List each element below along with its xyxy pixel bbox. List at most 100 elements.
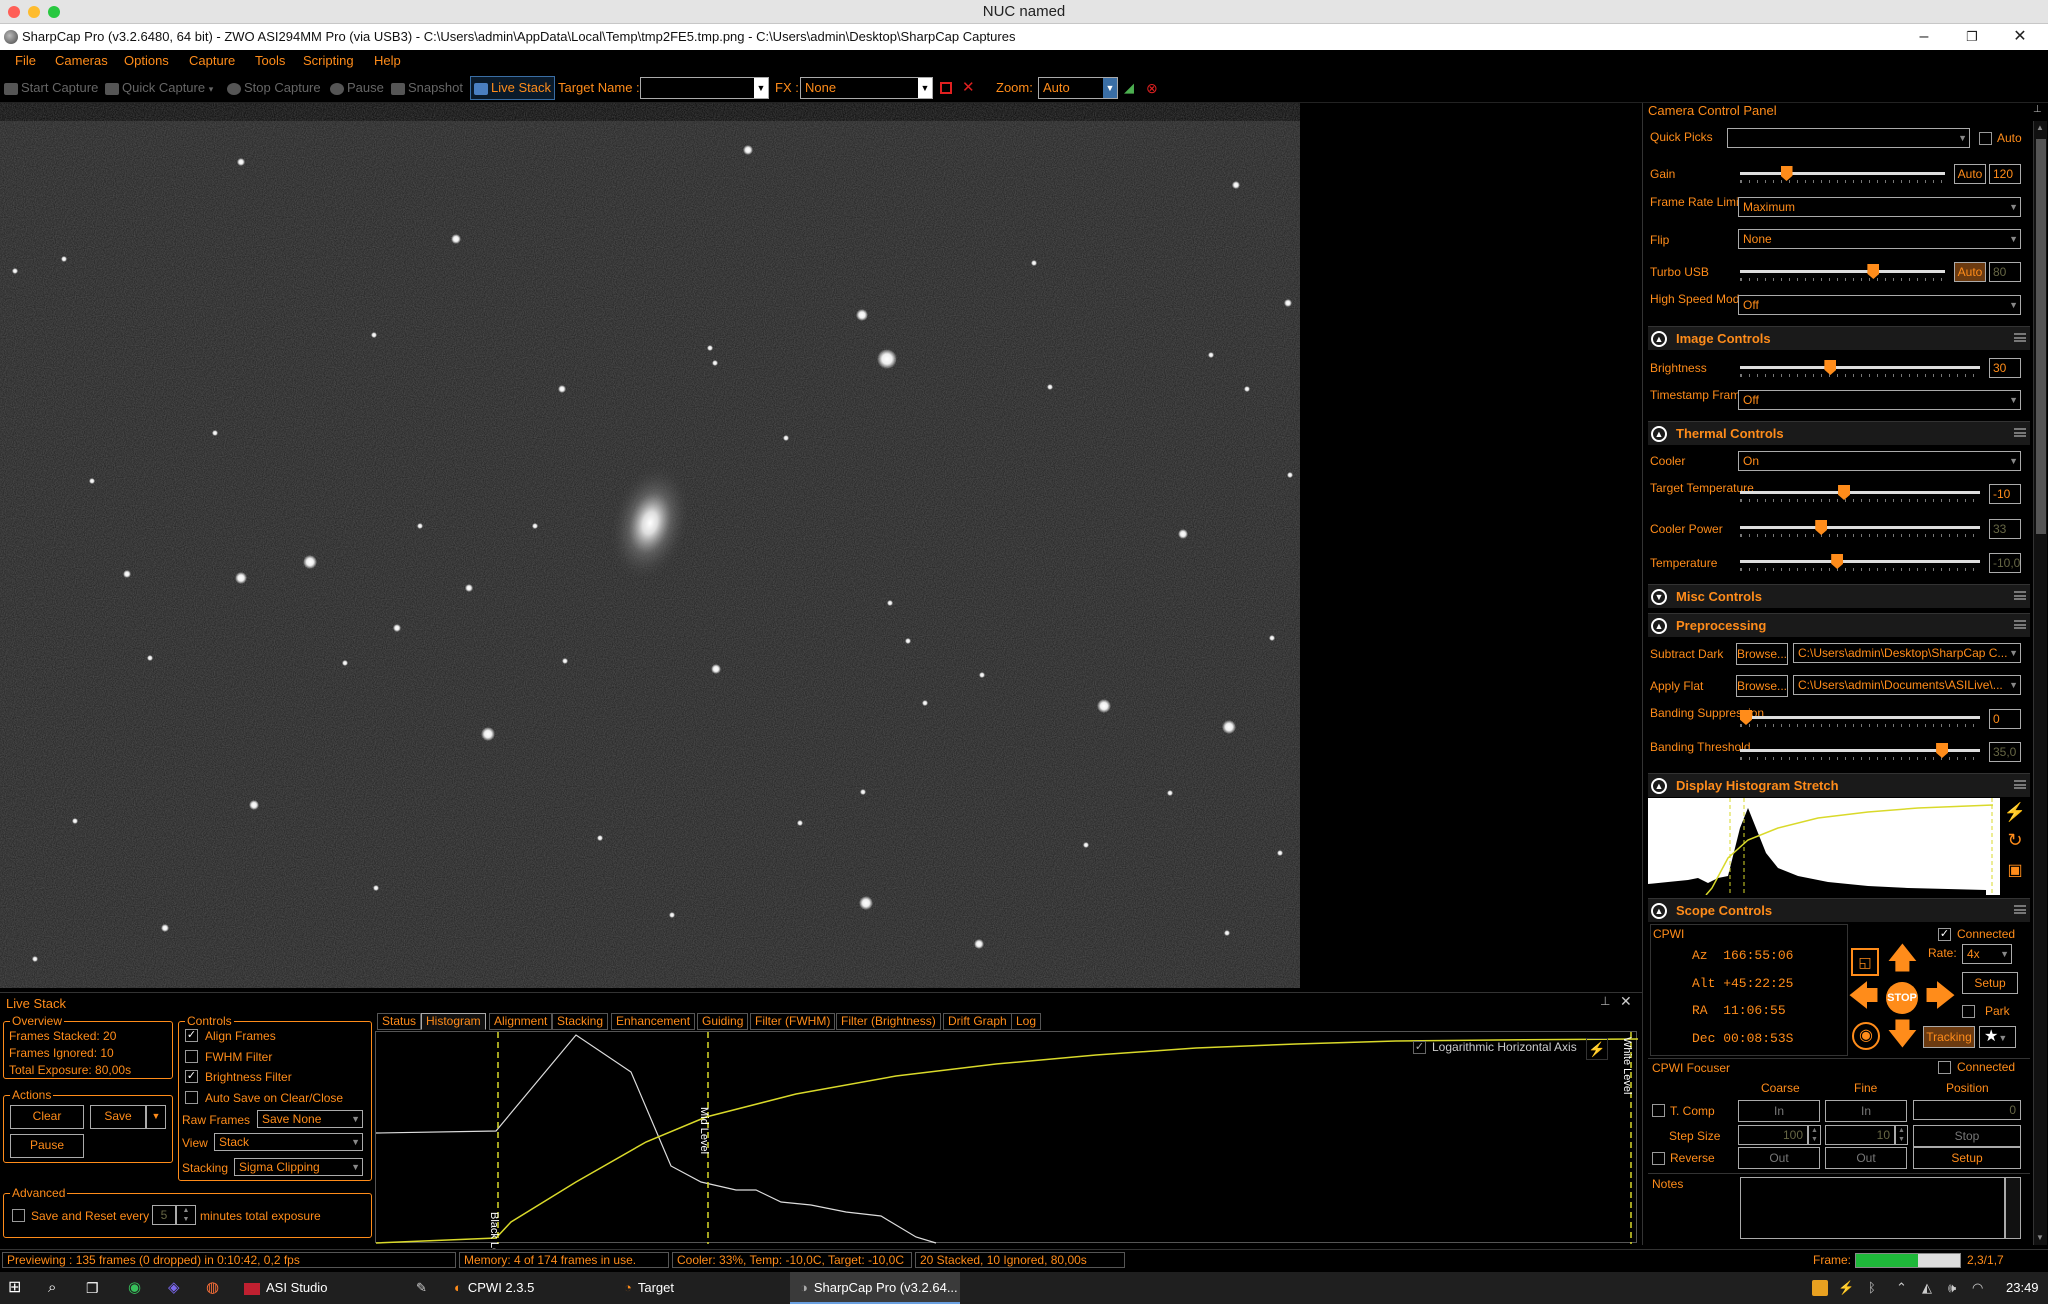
collapse-icon[interactable]: ▲ (1651, 331, 1667, 347)
apply-flat-browse-button[interactable]: Browse... (1736, 675, 1788, 697)
gain-value[interactable]: 120 (1989, 164, 2021, 184)
focuser-stop-button[interactable]: Stop (1913, 1125, 2021, 1147)
arrow-up-icon[interactable]: 🡅 (1887, 944, 1918, 974)
rate-combo[interactable]: 4x ▼ (1962, 944, 2012, 964)
banding-threshold-value[interactable]: 35,0 (1989, 742, 2021, 762)
tab-log[interactable]: Log (1011, 1013, 1042, 1030)
tab-filter-fwhm[interactable]: Filter (FWHM) (750, 1013, 836, 1030)
focuser-connected-checkbox[interactable] (1938, 1061, 1951, 1074)
fine-in-button[interactable]: In (1825, 1100, 1907, 1122)
menu-icon[interactable] (2014, 591, 2026, 600)
task-view-icon[interactable]: ❐ (86, 1272, 99, 1304)
minutes-spinner-icon[interactable]: ▲ ▼ (176, 1205, 196, 1225)
scope-setup-button[interactable]: Setup (1962, 972, 2018, 994)
banding-threshold-slider[interactable] (1740, 743, 1980, 760)
tab-guiding[interactable]: Guiding (697, 1013, 749, 1030)
align-frames-checkbox[interactable]: ✓ (185, 1029, 198, 1042)
stack-histogram-chart[interactable]: Black Level Mid Level White Level ✓ Loga… (375, 1031, 1638, 1268)
menu-icon[interactable] (2014, 905, 2026, 914)
menu-icon[interactable] (2014, 780, 2026, 789)
menu-tools[interactable]: Tools (255, 53, 285, 68)
arrow-right-icon[interactable]: 🡆 (1925, 982, 1956, 1012)
misc-controls-header[interactable]: ▼ Misc Controls (1648, 584, 2030, 608)
firefox-icon[interactable]: ◍ (206, 1272, 219, 1304)
target-icon[interactable]: ◉ (1852, 1022, 1880, 1050)
snapshot-button[interactable]: Snapshot (391, 73, 463, 103)
tab-enhancement[interactable]: Enhancement (611, 1013, 696, 1030)
save-dropdown-icon[interactable]: ▼ (146, 1105, 166, 1129)
clear-button[interactable]: Clear (10, 1105, 84, 1129)
pause-button[interactable]: Pause (330, 73, 384, 103)
tab-filter-brightness[interactable]: Filter (Brightness) (836, 1013, 941, 1030)
coarse-step-spinner-icon[interactable]: ▲ ▼ (1808, 1125, 1821, 1145)
reset-icon[interactable]: ↻ (2002, 830, 2028, 852)
high-speed-combo[interactable]: Off ▼ (1738, 295, 2021, 315)
quick-capture-button[interactable]: Quick Capture ▾ (105, 73, 213, 103)
search-icon[interactable]: ⌕ (48, 1272, 56, 1304)
menu-options[interactable]: Options (124, 53, 169, 68)
histogram-stretch-chart[interactable] (1648, 798, 2000, 895)
tray-icon[interactable]: ⚡ (1838, 1272, 1854, 1304)
reverse-checkbox[interactable] (1652, 1152, 1665, 1165)
notes-scrollbar[interactable] (2005, 1177, 2021, 1239)
save-button[interactable]: Save (90, 1105, 146, 1129)
turbo-usb-slider[interactable] (1740, 264, 1945, 281)
brightness-filter-checkbox[interactable]: ✓ (185, 1070, 198, 1083)
stop-capture-button[interactable]: Stop Capture (227, 73, 321, 103)
windows-start-icon[interactable]: ⊞ (8, 1272, 21, 1304)
live-stack-button[interactable]: Live Stack (470, 76, 555, 100)
target-temp-value[interactable]: -10 (1989, 484, 2021, 504)
cooler-combo[interactable]: On ▼ (1738, 451, 2021, 471)
wifi-icon[interactable]: ◠ (1972, 1272, 1983, 1304)
pause-stack-button[interactable]: Pause (10, 1134, 84, 1158)
scroll-down-icon[interactable]: ▼ (2036, 1233, 2046, 1243)
scope-connected-checkbox[interactable]: ✓ (1938, 928, 1951, 941)
fwhm-filter-checkbox[interactable] (185, 1050, 198, 1063)
close-panel-icon[interactable]: ✕ (1620, 993, 1632, 1010)
pin-icon[interactable]: ⊥ (2033, 104, 2047, 118)
network-icon[interactable]: ◭ (1922, 1272, 1932, 1304)
thermal-controls-header[interactable]: ▲ Thermal Controls (1648, 421, 2030, 445)
auto-save-checkbox[interactable] (185, 1091, 198, 1104)
sync-icon[interactable]: ◱ (1851, 948, 1879, 976)
menu-icon[interactable] (2014, 620, 2026, 629)
record-square-icon[interactable] (940, 82, 952, 94)
mac-close-button[interactable] (8, 6, 20, 18)
mac-minimize-button[interactable] (28, 6, 40, 18)
pin-icon[interactable]: ⊥ (1600, 994, 1610, 1008)
collapse-icon[interactable]: ▲ (1651, 426, 1667, 442)
fine-step-value[interactable]: 10 (1825, 1125, 1895, 1145)
subtract-dark-browse-button[interactable]: Browse... (1736, 643, 1788, 665)
brightness-slider[interactable] (1740, 360, 1980, 377)
panel-scrollbar[interactable]: ▲ ▼ (2033, 121, 2047, 1245)
apply-flat-combo[interactable]: C:\Users\admin\Documents\ASILive\... ▼ (1793, 675, 2021, 695)
start-capture-button[interactable]: Start Capture (4, 73, 98, 103)
volume-icon[interactable]: 🕪 (1948, 1272, 1956, 1304)
menu-icon[interactable] (2014, 333, 2026, 342)
gain-slider[interactable] (1740, 166, 1945, 183)
flip-combo[interactable]: None ▼ (1738, 229, 2021, 249)
menu-scripting[interactable]: Scripting (303, 53, 354, 68)
focuser-setup-button[interactable]: Setup (1913, 1147, 2021, 1169)
tab-alignment[interactable]: Alignment (489, 1013, 553, 1030)
image-controls-header[interactable]: ▲ Image Controls (1648, 326, 2030, 350)
fx-combo[interactable]: None ▼ (800, 77, 933, 99)
histogram-stretch-header[interactable]: ▲ Display Histogram Stretch (1648, 773, 2030, 797)
target-temp-slider[interactable] (1740, 485, 1980, 502)
collapse-icon[interactable]: ▲ (1651, 778, 1667, 794)
scroll-thumb[interactable] (2036, 139, 2046, 534)
tab-status[interactable]: Status (377, 1013, 422, 1030)
tab-stacking[interactable]: Stacking (552, 1013, 609, 1030)
mac-zoom-button[interactable] (48, 6, 60, 18)
tab-drift-graph[interactable]: Drift Graph (943, 1013, 1012, 1030)
quick-picks-auto-checkbox[interactable] (1979, 132, 1992, 145)
expand-icon[interactable]: ▼ (1651, 589, 1667, 605)
scope-stop-button[interactable]: STOP (1886, 982, 1918, 1014)
chevron-up-icon[interactable]: ⌃ (1896, 1272, 1907, 1304)
raw-frames-combo[interactable]: Save None ▼ (257, 1110, 363, 1128)
tab-histogram[interactable]: Histogram (421, 1013, 486, 1030)
white-level-label[interactable]: White Level (1621, 1037, 1633, 1094)
restore-button[interactable]: ❐ (1952, 24, 1992, 50)
scope-controls-header[interactable]: ▲ Scope Controls (1648, 898, 2030, 922)
banding-suppression-slider[interactable] (1740, 710, 1980, 727)
